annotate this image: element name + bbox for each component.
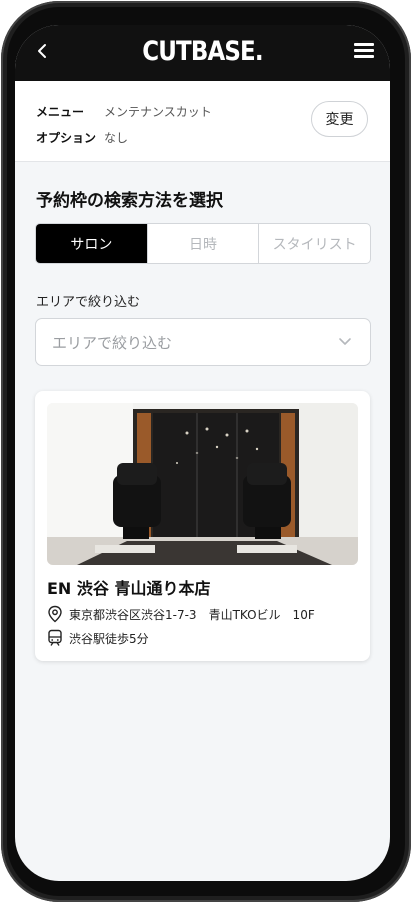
option-label: オプション (36, 131, 97, 145)
search-method-tabs: サロン 日時 スタイリスト (35, 223, 371, 264)
salon-photo (47, 403, 358, 565)
map-pin-icon (48, 605, 62, 623)
salon-access: 渋谷駅徒歩5分 (69, 631, 149, 646)
option-value: なし (104, 131, 129, 145)
train-icon (48, 629, 62, 646)
area-select[interactable]: エリアで絞り込む (35, 318, 371, 366)
salon-name: EN 渋谷 青山通り本店 (47, 579, 211, 598)
chevron-down-icon (339, 338, 351, 345)
change-button[interactable]: 変更 (311, 101, 368, 137)
hamburger-menu-icon (354, 43, 374, 46)
tab-salon[interactable]: サロン (36, 224, 148, 263)
menu-label: メニュー (36, 105, 85, 119)
menu-button[interactable] (354, 43, 374, 59)
area-select-placeholder: エリアで絞り込む (52, 334, 173, 352)
tab-stylist[interactable]: スタイリスト (259, 224, 370, 263)
salon-address: 東京都渋谷区渋谷1-7-3 青山TKOビル 10F (69, 607, 315, 622)
menu-value: メンテナンスカット (104, 105, 212, 119)
salon-access-row: 渋谷駅徒歩5分 (47, 629, 149, 647)
header-bar: CUTBASE. (15, 25, 390, 81)
summary-option-row: オプション なし (36, 129, 128, 146)
salon-card[interactable]: EN 渋谷 青山通り本店 東京都渋谷区渋谷1-7-3 青山TKOビル 10F 渋… (35, 391, 370, 661)
booking-summary: メニュー メンテナンスカット オプション なし 変更 (15, 81, 390, 162)
summary-menu-row: メニュー メンテナンスカット (36, 103, 212, 120)
app-screen: CUTBASE. メニュー メンテナンスカット オプション なし 変更 予約枠の検索… (15, 25, 390, 881)
salon-address-row: 東京都渋谷区渋谷1-7-3 青山TKOビル 10F (47, 605, 315, 623)
brand-logo[interactable]: CUTBASE. (43, 36, 362, 67)
hamburger-line (354, 55, 374, 58)
tab-datetime[interactable]: 日時 (148, 224, 260, 263)
section-title: 予約枠の検索方法を選択 (36, 191, 223, 211)
area-filter-label: エリアで絞り込む (36, 295, 141, 310)
hamburger-line (354, 49, 374, 52)
